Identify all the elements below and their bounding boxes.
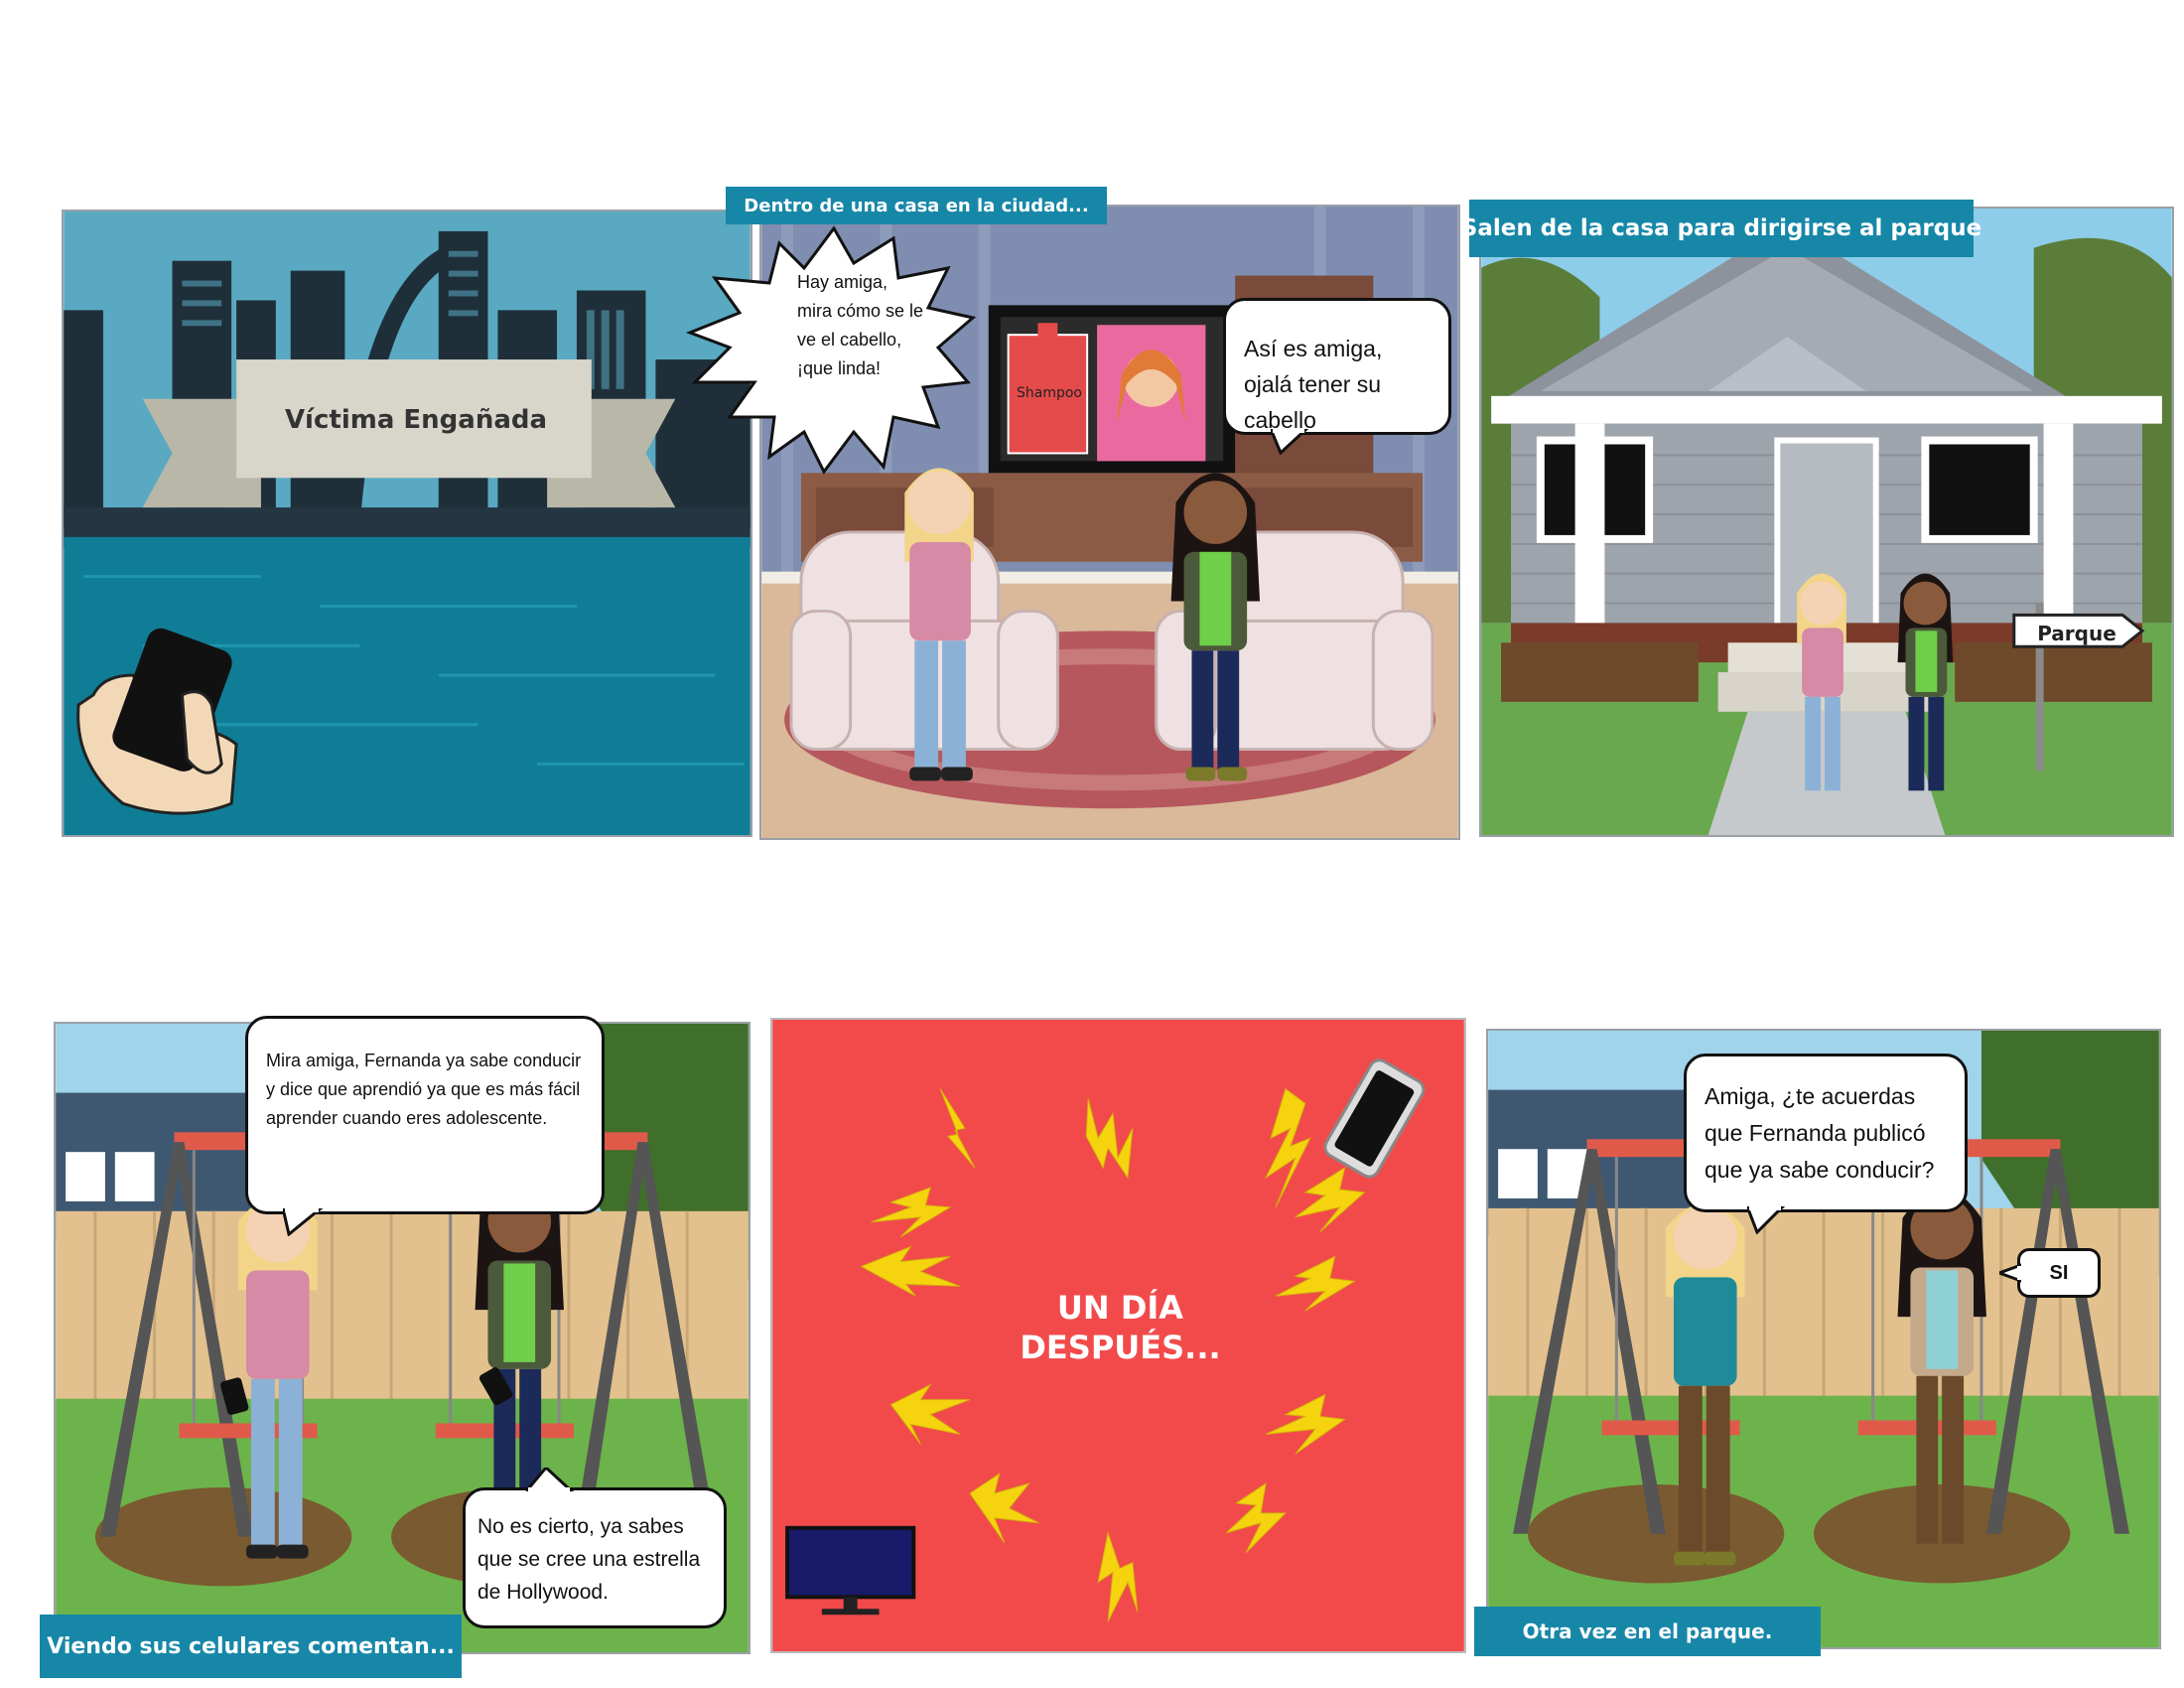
- panel-4-bubble-bottom-text: No es cierto, ya sabes que se cree una e…: [478, 1515, 701, 1604]
- one-day-later-title: UN DÍA DESPUÉS...: [772, 1288, 1464, 1367]
- panel-6-caption: Otra vez en el parque.: [1474, 1607, 1821, 1656]
- panel-1-city: Víctima Engañada: [62, 210, 752, 837]
- panel-6-bubble-si: SI: [2017, 1248, 2101, 1298]
- panel-6-bubble-top-text: Amiga, ¿te acuerdas que Fernanda publicó…: [1705, 1083, 1935, 1183]
- park-sign-text: Parque: [2037, 622, 2116, 645]
- bubble-tail: [526, 1468, 575, 1491]
- panel-4-bubble-top-text: Mira amiga, Fernanda ya sabe conducir y …: [266, 1051, 582, 1128]
- bubble-tail: [1747, 1206, 1786, 1234]
- panel-6-bubble-si-text: SI: [2049, 1261, 2069, 1284]
- bubble-tail: [1999, 1263, 2021, 1283]
- panel-2-caption: Dentro de una casa en la ciudad...: [726, 187, 1107, 224]
- house-illustration: [1481, 209, 2172, 835]
- panel-2-bubble-right-text: Así es amiga, ojalá tener su cabello: [1244, 336, 1383, 433]
- tv-product-label: Shampoo: [1017, 385, 1082, 401]
- panel-6-bubble-top: Amiga, ¿te acuerdas que Fernanda publicó…: [1684, 1054, 1968, 1212]
- one-day-later-line-2: DESPUÉS...: [1020, 1329, 1221, 1366]
- panel-4-caption: Viendo sus celulares comentan...: [40, 1615, 462, 1678]
- one-day-later-line-1: UN DÍA: [1056, 1289, 1184, 1327]
- panel-5-one-day-later: UN DÍA DESPUÉS...: [770, 1018, 1466, 1653]
- panel-2-bubble-right: Así es amiga, ojalá tener su cabello: [1223, 298, 1451, 435]
- panel-2-bubble-left-text: Hay amiga, mira cómo se le ve el cabello…: [797, 272, 924, 378]
- panel-4-bubble-top: Mira amiga, Fernanda ya sabe conducir y …: [245, 1016, 605, 1214]
- bubble-tail: [283, 1208, 324, 1236]
- bubble-tail: [1271, 429, 1309, 455]
- city-skyline-illustration: [64, 211, 751, 835]
- panel-4-bubble-bottom: No es cierto, ya sabes que se cree una e…: [463, 1487, 727, 1628]
- panel-3-caption: Salen de la casa para dirigirse al parqu…: [1461, 200, 1981, 257]
- panel-3-house: Parque: [1479, 207, 2174, 837]
- banner-title: Víctima Engañada: [284, 405, 548, 435]
